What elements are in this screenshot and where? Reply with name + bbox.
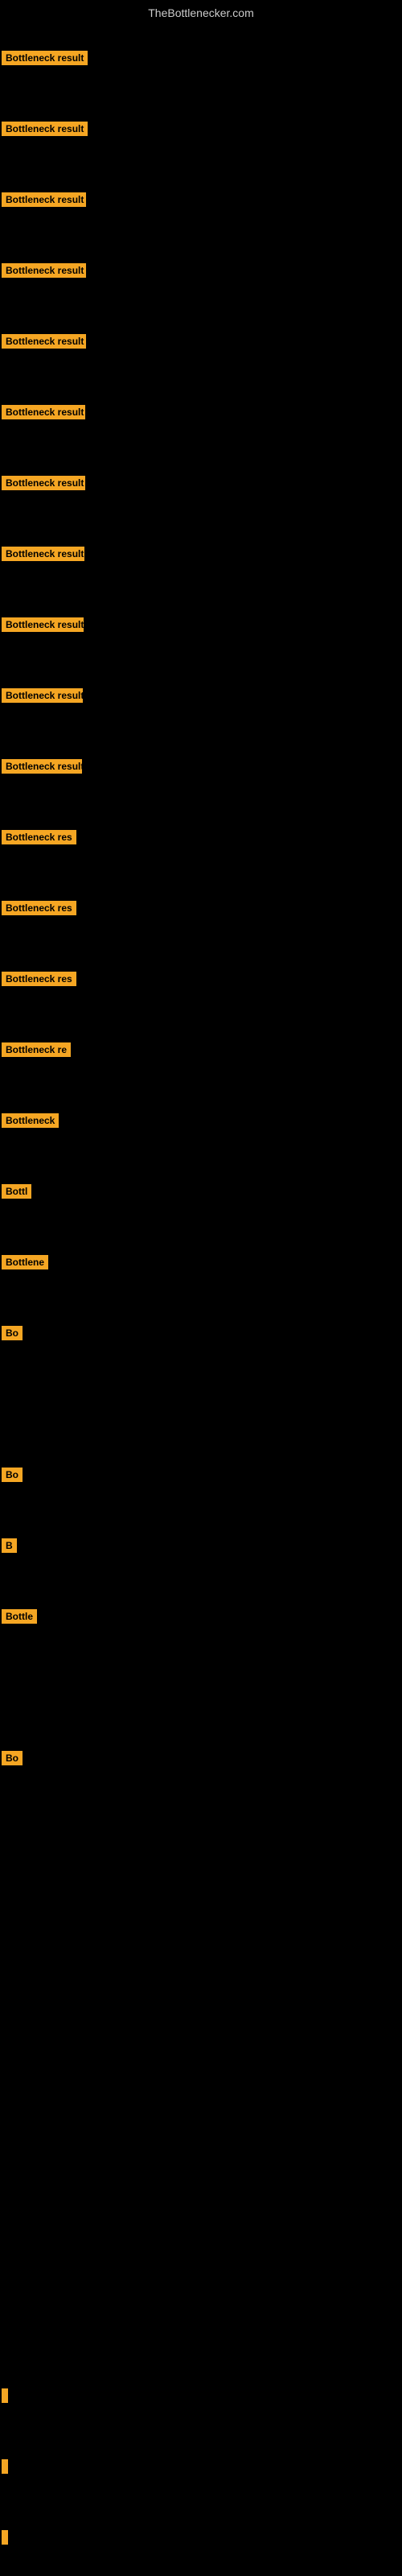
bottleneck-label: Bottlene bbox=[2, 1255, 48, 1269]
bottleneck-label bbox=[2, 2388, 8, 2403]
table-row: Bottleneck result bbox=[0, 306, 402, 377]
table-row: Bottleneck result bbox=[0, 235, 402, 306]
bottleneck-label: Bottleneck res bbox=[2, 830, 76, 844]
bottleneck-label: Bottleneck result bbox=[2, 334, 86, 349]
bottleneck-label: Bottleneck result bbox=[2, 192, 86, 207]
table-row: Bottleneck res bbox=[0, 943, 402, 1014]
table-row: Bottleneck result bbox=[0, 731, 402, 802]
table-row: Bottleneck result bbox=[0, 589, 402, 660]
table-row: Bottle bbox=[0, 1581, 402, 1652]
bottleneck-label: Bottleneck result bbox=[2, 547, 84, 561]
bottleneck-label: Bo bbox=[2, 1326, 23, 1340]
bottleneck-label bbox=[2, 2530, 8, 2545]
table-row bbox=[0, 1652, 402, 1723]
table-row: Bottleneck result bbox=[0, 518, 402, 589]
table-row bbox=[0, 2289, 402, 2360]
table-row: Bottleneck res bbox=[0, 802, 402, 873]
table-row bbox=[0, 2077, 402, 2148]
bottleneck-label: Bottleneck res bbox=[2, 901, 76, 915]
bottleneck-label: Bottleneck res bbox=[2, 972, 76, 986]
table-row: Bo bbox=[0, 1298, 402, 1368]
table-row bbox=[0, 2219, 402, 2289]
table-row: Bottlene bbox=[0, 1227, 402, 1298]
bottleneck-label: Bo bbox=[2, 1468, 23, 1482]
table-row bbox=[0, 2360, 402, 2431]
table-row bbox=[0, 2502, 402, 2573]
table-row: Bottleneck result bbox=[0, 93, 402, 164]
table-row bbox=[0, 1368, 402, 1439]
bottleneck-label: Bottleneck result bbox=[2, 263, 86, 278]
table-row: Bottleneck res bbox=[0, 873, 402, 943]
table-row: B bbox=[0, 1510, 402, 1581]
bottleneck-label: Bottleneck result bbox=[2, 617, 84, 632]
table-row: Bottleneck result bbox=[0, 377, 402, 448]
bottleneck-label: B bbox=[2, 1538, 17, 1553]
table-row bbox=[0, 1794, 402, 1864]
bottleneck-label: Bottleneck result bbox=[2, 688, 83, 703]
bottleneck-label: Bottle bbox=[2, 1609, 37, 1624]
bottleneck-label: Bo bbox=[2, 1751, 23, 1765]
table-row bbox=[0, 1864, 402, 1935]
table-row: Bottleneck result bbox=[0, 164, 402, 235]
table-row bbox=[0, 2431, 402, 2502]
bottleneck-label: Bottleneck result bbox=[2, 405, 85, 419]
table-row: Bottleneck result bbox=[0, 23, 402, 93]
table-row bbox=[0, 2148, 402, 2219]
bottleneck-label: Bottl bbox=[2, 1184, 31, 1199]
bottleneck-label bbox=[2, 2459, 8, 2474]
bottleneck-label: Bottleneck result bbox=[2, 122, 88, 136]
bottleneck-label: Bottleneck bbox=[2, 1113, 59, 1128]
table-row bbox=[0, 2006, 402, 2077]
table-row: Bo bbox=[0, 1439, 402, 1510]
table-row: Bottl bbox=[0, 1156, 402, 1227]
bottleneck-label: Bottleneck result bbox=[2, 476, 85, 490]
table-row bbox=[0, 1935, 402, 2006]
bottleneck-label: Bottleneck result bbox=[2, 51, 88, 65]
site-title: TheBottlenecker.com bbox=[0, 0, 402, 23]
table-row: Bottleneck result bbox=[0, 448, 402, 518]
table-row: Bo bbox=[0, 1723, 402, 1794]
rows-container: Bottleneck result Bottleneck result Bottle… bbox=[0, 23, 402, 2573]
bottleneck-label: Bottleneck re bbox=[2, 1042, 71, 1057]
table-row: Bottleneck result bbox=[0, 660, 402, 731]
table-row: Bottleneck bbox=[0, 1085, 402, 1156]
bottleneck-label: Bottleneck result bbox=[2, 759, 82, 774]
table-row: Bottleneck re bbox=[0, 1014, 402, 1085]
